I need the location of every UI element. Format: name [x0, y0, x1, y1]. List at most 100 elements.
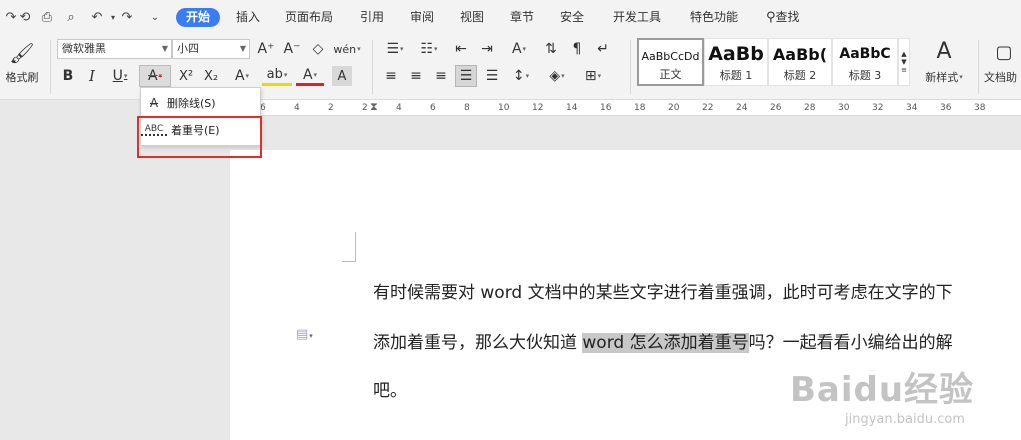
- paragraph-mark-icon[interactable]: ↵: [592, 39, 614, 59]
- ruler-tick-label: 16: [600, 103, 612, 113]
- tab-home[interactable]: 开始: [176, 8, 221, 27]
- font-size-select[interactable]: 小四 ▼: [172, 39, 250, 59]
- clear-format-icon[interactable]: ◇: [308, 39, 328, 59]
- italic-icon[interactable]: I: [82, 66, 102, 86]
- style-normal[interactable]: AaBbCcDd 正文: [637, 38, 704, 86]
- ruler-tick-label: 22: [702, 103, 714, 113]
- shading-icon[interactable]: ◈ ▾: [542, 66, 572, 86]
- align-right-icon[interactable]: ≡: [430, 66, 452, 86]
- doc-line-3[interactable]: 吧。: [373, 376, 407, 401]
- sort-icon[interactable]: ⇅: [540, 39, 562, 59]
- strikethrough-icon: A: [149, 96, 159, 110]
- font-size-value: 小四: [177, 42, 199, 55]
- style-heading-1-sample: AaBb: [708, 43, 764, 65]
- tab-review[interactable]: 审阅: [410, 8, 434, 27]
- text-effect-icon[interactable]: A ▾: [228, 66, 256, 86]
- align-center-icon[interactable]: ≡: [405, 66, 427, 86]
- style-normal-name: 正文: [659, 68, 682, 81]
- tab-page-layout[interactable]: 页面布局: [285, 8, 333, 27]
- ruler-tick-label: 28: [804, 103, 816, 113]
- shrink-font-icon[interactable]: A⁻: [282, 39, 302, 59]
- format-painter-label[interactable]: 格式刷: [0, 70, 44, 84]
- ruler-tick-label: 10: [498, 103, 510, 113]
- chevron-down-icon: ▼: [901, 58, 907, 66]
- menu-item-strikethrough[interactable]: A 删除线(S): [141, 91, 260, 115]
- tab-security[interactable]: 安全: [560, 8, 584, 27]
- strikethrough-icon[interactable]: A ▾: [139, 65, 171, 87]
- doc-line-2-start: 添加着重号，那么大伙知道: [373, 333, 583, 353]
- ruler-tick-label: 26: [770, 103, 782, 113]
- align-left-icon[interactable]: ≡: [380, 66, 402, 86]
- style-heading-1[interactable]: AaBb 标题 1: [704, 38, 768, 86]
- borders-icon[interactable]: ⊞ ▾: [578, 66, 608, 86]
- tab-view[interactable]: 视图: [460, 8, 484, 27]
- superscript-icon[interactable]: X²: [176, 66, 196, 86]
- phonetic-guide-icon[interactable]: wén ▾: [333, 39, 360, 59]
- margin-corner-mark: [342, 232, 356, 262]
- ruler-tick-label: 36: [940, 103, 952, 113]
- selected-text[interactable]: word 怎么添加着重号: [582, 333, 749, 353]
- font-name-value: 微软雅黑: [62, 42, 106, 55]
- line-spacing-icon[interactable]: ↕ ▾: [506, 66, 536, 86]
- ruler-tick-label: 34: [906, 103, 918, 113]
- doc-line-1[interactable]: 有时候需要对 word 文档中的某些文字进行着重强调，此时可考虑在文字的下: [373, 278, 953, 303]
- style-heading-3-sample: AaBbC: [839, 46, 891, 62]
- ruler-tick-label: 18: [634, 103, 646, 113]
- redo-icon-2[interactable]: ↷: [118, 8, 136, 26]
- bold-icon[interactable]: B: [58, 66, 78, 86]
- style-normal-sample: AaBbCcDd: [641, 50, 700, 63]
- ruler-tick-label: 4: [396, 103, 402, 113]
- bullet-list-icon[interactable]: ☰ ▾: [380, 39, 410, 59]
- watermark-sub: jingyan.baidu.com: [845, 412, 965, 427]
- annotation-highlight-box: [137, 116, 262, 158]
- new-style-button[interactable]: 新样式 ▾: [916, 70, 972, 84]
- tab-references[interactable]: 引用: [360, 8, 384, 27]
- ruler-tick-label: 38: [974, 103, 986, 113]
- subscript-icon[interactable]: X₂: [201, 66, 221, 86]
- justify-icon[interactable]: ☰: [455, 65, 477, 87]
- tab-search[interactable]: ⚲查找: [766, 8, 800, 27]
- search-label: 查找: [775, 10, 800, 24]
- char-shading-icon[interactable]: A: [332, 66, 352, 86]
- doc-line-2[interactable]: 添加着重号，那么大伙知道 word 怎么添加着重号吗？一起看看小编给出的解: [373, 328, 953, 353]
- new-style-icon[interactable]: A: [924, 38, 964, 64]
- doc-helper-icon[interactable]: ▢: [990, 40, 1018, 64]
- grow-font-icon[interactable]: A⁺: [256, 39, 276, 59]
- styles-scroll[interactable]: ▲ ▼ ≡: [898, 38, 910, 86]
- menu-bar: ↷ ⟲ ⎙ ⌕ ↶ ▾ ↷ ⌄ 开始 插入 页面布局 引用 审阅 视图 章节 安…: [0, 0, 1021, 34]
- paragraph-options-icon[interactable]: ▤▾: [296, 327, 313, 342]
- font-color-icon[interactable]: A ▾: [296, 66, 324, 86]
- print-preview-icon[interactable]: ⌕: [62, 8, 80, 26]
- customize-toolbar-icon[interactable]: ⌄: [146, 8, 164, 26]
- tab-developer[interactable]: 开发工具: [613, 8, 661, 27]
- numbered-list-icon[interactable]: ☷ ▾: [414, 39, 444, 59]
- highlight-color-icon[interactable]: ab ▾: [262, 66, 292, 86]
- ruler-tick-label: 8: [464, 103, 470, 113]
- style-heading-2[interactable]: AaBb( 标题 2: [768, 38, 832, 86]
- decrease-indent-icon[interactable]: ⇤: [450, 39, 472, 59]
- search-icon: ⚲: [766, 10, 776, 25]
- underline-icon[interactable]: U ▾: [106, 66, 134, 86]
- menu-item-strikethrough-label: 删除线(S): [167, 97, 216, 110]
- style-heading-3[interactable]: AaBbC 标题 3: [832, 38, 898, 86]
- distributed-align-icon[interactable]: ☰: [481, 66, 503, 86]
- style-heading-2-name: 标题 2: [783, 69, 817, 82]
- increase-indent-icon[interactable]: ⇥: [476, 39, 498, 59]
- format-painter-icon[interactable]: 🖌: [8, 40, 36, 66]
- baidu-watermark: Baidu经验 jingyan.baidu.com: [790, 362, 1010, 432]
- doc-helper-label[interactable]: 文档助: [984, 70, 1021, 84]
- show-marks-icon[interactable]: ¶: [566, 39, 588, 59]
- tab-chapter[interactable]: 章节: [510, 8, 534, 27]
- ruler-tick-label: 4: [294, 103, 300, 113]
- indent-marker-icon[interactable]: ⧗: [370, 100, 378, 114]
- horizontal-ruler[interactable]: 6 4 2 2 4 6 8 10 12 14 16 18 20 22 24 26 28 30 32 34 36 38 ⧗: [230, 100, 1021, 116]
- chinese-layout-icon[interactable]: A ▾: [504, 39, 534, 59]
- tab-special-features[interactable]: 特色功能: [690, 8, 738, 27]
- font-name-select[interactable]: 微软雅黑 ▼: [57, 39, 172, 59]
- style-heading-3-name: 标题 3: [848, 69, 882, 82]
- print-icon[interactable]: ⎙: [38, 8, 56, 26]
- undo-history-icon[interactable]: ⟲: [16, 8, 34, 26]
- doc-line-2-end: 吗？一起看看小编给出的解: [748, 333, 953, 353]
- ruler-tick-label: 6: [430, 103, 436, 113]
- tab-insert[interactable]: 插入: [236, 8, 260, 27]
